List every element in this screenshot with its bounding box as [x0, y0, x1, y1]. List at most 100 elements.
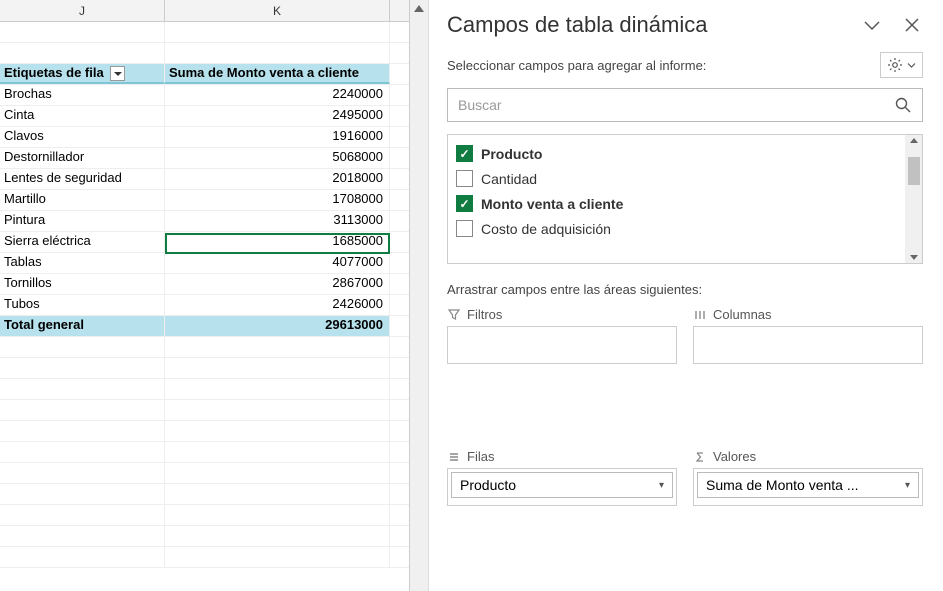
pivot-row-value[interactable]: 2495000 [165, 106, 390, 126]
fields-scrollbar[interactable] [905, 135, 922, 263]
drop-areas: Filtros Columnas Filas Produc [447, 307, 923, 579]
pivot-row-value[interactable]: 4077000 [165, 253, 390, 273]
values-chip[interactable]: Suma de Monto venta ... ▾ [697, 472, 919, 498]
pivot-row-value[interactable]: 1708000 [165, 190, 390, 210]
pivot-total-row: Total general 29613000 [0, 316, 409, 337]
pivot-row-label[interactable]: Martillo [0, 190, 165, 210]
rows-area: Filas Producto ▾ [447, 449, 677, 579]
close-icon[interactable] [901, 14, 923, 36]
search-box[interactable] [447, 88, 923, 122]
scroll-up-icon[interactable] [414, 5, 424, 12]
field-item[interactable]: Producto [456, 141, 897, 166]
scroll-down-arrow-icon[interactable] [910, 255, 918, 260]
pivot-row-label[interactable]: Pintura [0, 211, 165, 231]
sigma-icon [693, 450, 707, 464]
drag-instruction: Arrastrar campos entre las áreas siguien… [447, 282, 923, 297]
pivot-data-row: Martillo1708000 [0, 190, 409, 211]
rows-drop-zone[interactable]: Producto ▾ [447, 468, 677, 506]
pane-subtitle: Seleccionar campos para agregar al infor… [447, 58, 706, 73]
columns-icon [693, 308, 707, 322]
total-value[interactable]: 29613000 [165, 316, 390, 336]
pivot-row-value[interactable]: 3113000 [165, 211, 390, 231]
pivot-data-row: Destornillador5068000 [0, 148, 409, 169]
row-filter-dropdown-icon[interactable] [110, 66, 125, 81]
gear-icon [887, 57, 903, 73]
pivot-row-value[interactable]: 5068000 [165, 148, 390, 168]
pivot-row-value[interactable]: 1685000 [165, 232, 390, 252]
pivot-data-row: Pintura3113000 [0, 211, 409, 232]
field-item[interactable]: Cantidad [456, 166, 897, 191]
values-drop-zone[interactable]: Suma de Monto venta ... ▾ [693, 468, 923, 506]
search-input[interactable] [458, 97, 894, 113]
values-chip-label: Suma de Monto venta ... [706, 477, 859, 493]
collapse-icon[interactable] [861, 14, 883, 36]
spreadsheet-area: J K Etiquetas de fila Suma de Monto vent… [0, 0, 410, 591]
rows-chip-label: Producto [460, 477, 516, 493]
values-title: Valores [713, 449, 756, 464]
chevron-down-icon: ▾ [905, 480, 910, 491]
field-checkbox[interactable] [456, 220, 473, 237]
pivot-row-label[interactable]: Tornillos [0, 274, 165, 294]
pivot-header-row: Etiquetas de fila Suma de Monto venta a … [0, 64, 409, 85]
pivot-data-row: Tubos2426000 [0, 295, 409, 316]
chevron-down-icon [907, 61, 916, 70]
pivot-row-label[interactable]: Clavos [0, 127, 165, 147]
pivot-row-value[interactable]: 2240000 [165, 85, 390, 105]
field-item[interactable]: Costo de adquisición [456, 216, 897, 241]
values-area: Valores Suma de Monto venta ... ▾ [693, 449, 923, 579]
scroll-thumb[interactable] [908, 157, 920, 185]
sheet-vertical-scrollbar[interactable] [410, 0, 428, 591]
field-label: Cantidad [481, 171, 537, 187]
pivot-row-label[interactable]: Tubos [0, 295, 165, 315]
field-checkbox[interactable] [456, 145, 473, 162]
grid[interactable]: Etiquetas de fila Suma de Monto venta a … [0, 22, 409, 591]
pivot-data-row: Tornillos2867000 [0, 274, 409, 295]
scroll-track[interactable] [410, 15, 428, 591]
values-header[interactable]: Suma de Monto venta a cliente [165, 64, 390, 84]
rows-icon [447, 450, 461, 464]
pivot-data-row: Tablas4077000 [0, 253, 409, 274]
columns-drop-zone[interactable] [693, 326, 923, 364]
filters-area: Filtros [447, 307, 677, 437]
filters-drop-zone[interactable] [447, 326, 677, 364]
pivot-data-row: Brochas2240000 [0, 85, 409, 106]
chevron-down-icon: ▾ [659, 480, 664, 491]
pivot-data-row: Cinta2495000 [0, 106, 409, 127]
pivot-data-row: Sierra eléctrica1685000 [0, 232, 409, 253]
filter-icon [447, 308, 461, 322]
field-checkbox[interactable] [456, 195, 473, 212]
fields-list: Producto Cantidad Monto venta a cliente Cos… [447, 134, 923, 264]
pivot-data-row: Lentes de seguridad2018000 [0, 169, 409, 190]
pivot-row-label[interactable]: Sierra eléctrica [0, 232, 165, 252]
col-header-j[interactable]: J [0, 0, 165, 21]
row-labels-header-text: Etiquetas de fila [4, 65, 104, 80]
pivot-data-row: Clavos1916000 [0, 127, 409, 148]
field-item[interactable]: Monto venta a cliente [456, 191, 897, 216]
rows-chip[interactable]: Producto ▾ [451, 472, 673, 498]
filters-title: Filtros [467, 307, 502, 322]
field-label: Producto [481, 146, 542, 162]
total-label[interactable]: Total general [0, 316, 165, 336]
pivot-row-label[interactable]: Brochas [0, 85, 165, 105]
search-icon [894, 96, 912, 114]
pivot-row-label[interactable]: Lentes de seguridad [0, 169, 165, 189]
column-headers: J K [0, 0, 409, 22]
scroll-up-arrow-icon[interactable] [910, 138, 918, 143]
pivot-row-value[interactable]: 2867000 [165, 274, 390, 294]
field-checkbox[interactable] [456, 170, 473, 187]
pane-options-button[interactable] [880, 52, 923, 78]
pivot-row-value[interactable]: 2018000 [165, 169, 390, 189]
pivot-row-label[interactable]: Tablas [0, 253, 165, 273]
col-header-k[interactable]: K [165, 0, 390, 21]
pivot-row-value[interactable]: 1916000 [165, 127, 390, 147]
pivot-row-value[interactable]: 2426000 [165, 295, 390, 315]
rows-title: Filas [467, 449, 494, 464]
pivot-row-label[interactable]: Cinta [0, 106, 165, 126]
pivot-row-label[interactable]: Destornillador [0, 148, 165, 168]
row-labels-header[interactable]: Etiquetas de fila [0, 64, 165, 84]
columns-title: Columnas [713, 307, 772, 322]
field-label: Costo de adquisición [481, 221, 611, 237]
field-label: Monto venta a cliente [481, 196, 623, 212]
pivot-fields-pane: Campos de tabla dinámica Seleccionar cam… [428, 0, 943, 591]
pane-title: Campos de tabla dinámica [447, 12, 707, 38]
